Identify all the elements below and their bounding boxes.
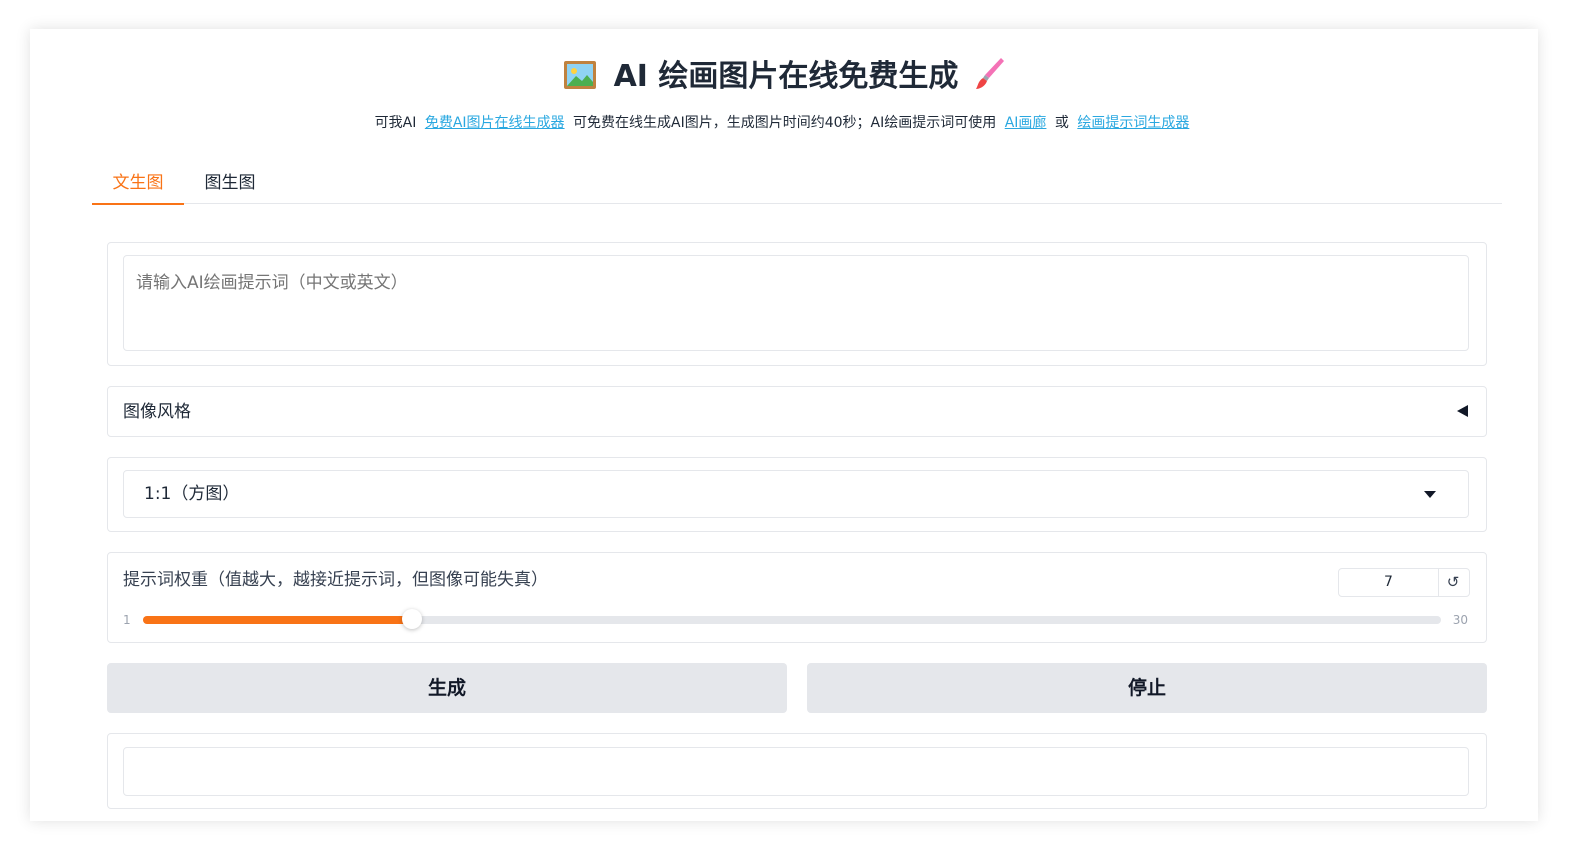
chevron-down-icon[interactable] — [1424, 491, 1436, 498]
weight-slider-track[interactable] — [143, 609, 1441, 629]
stop-button[interactable]: 停止 — [807, 663, 1487, 713]
paintbrush-icon — [975, 56, 1005, 98]
style-accordion-label: 图像风格 — [123, 402, 191, 422]
subtitle: 可我AI 免费AI图片在线生成器 可免费在线生成AI图片，生成图片时间约40秒；… — [30, 112, 1538, 132]
weight-number-input[interactable]: 7 ↺ — [1338, 568, 1470, 597]
title-text: AI 绘画图片在线免费生成 — [613, 59, 959, 94]
free-ai-image-generator-link[interactable]: 免费AI图片在线生成器 — [425, 115, 565, 131]
output-block — [107, 733, 1487, 809]
page-title: AI 绘画图片在线免费生成 — [30, 51, 1538, 98]
output-area — [123, 747, 1469, 796]
aspect-ratio-value: 1:1（方图） — [144, 484, 240, 504]
tab-text-to-image[interactable]: 文生图 — [92, 167, 184, 205]
slider-max-label: 30 — [1452, 613, 1468, 627]
weight-slider-label: 提示词权重（值越大，越接近提示词，但图像可能失真） — [123, 570, 548, 590]
prompt-block — [107, 242, 1487, 366]
style-accordion[interactable]: 图像风格 — [107, 386, 1487, 437]
weight-slider-handle[interactable] — [401, 609, 422, 629]
aspect-block: 1:1（方图） — [107, 457, 1487, 532]
subtitle-text-3: 或 — [1054, 115, 1069, 131]
weight-block: 提示词权重（值越大，越接近提示词，但图像可能失真） 7 ↺ 1 30 — [107, 552, 1487, 643]
weight-number-value[interactable]: 7 — [1339, 569, 1439, 596]
subtitle-text-1: 可我AI — [374, 115, 417, 131]
tab-image-to-image[interactable]: 图生图 — [184, 167, 276, 203]
aspect-ratio-select[interactable]: 1:1（方图） — [123, 470, 1469, 518]
tab-bar: 文生图 图生图 — [92, 167, 1502, 205]
prompt-generator-link[interactable]: 绘画提示词生成器 — [1077, 115, 1189, 131]
generate-button[interactable]: 生成 — [107, 663, 787, 713]
reset-icon[interactable]: ↺ — [1437, 569, 1469, 596]
subtitle-text-2: 可免费在线生成AI图片，生成图片时间约40秒；AI绘画提示词可使用 — [573, 115, 997, 131]
framed-picture-icon — [563, 60, 597, 98]
ai-gallery-link[interactable]: AI画廊 — [1005, 115, 1047, 131]
weight-slider-fill — [143, 616, 412, 624]
slider-min-label: 1 — [123, 613, 131, 627]
collapse-arrow-icon[interactable] — [1457, 405, 1468, 417]
main-card: AI 绘画图片在线免费生成 可我AI 免费AI图片在线生成器 可免费在线生成AI… — [30, 29, 1538, 821]
prompt-input[interactable] — [123, 255, 1469, 351]
